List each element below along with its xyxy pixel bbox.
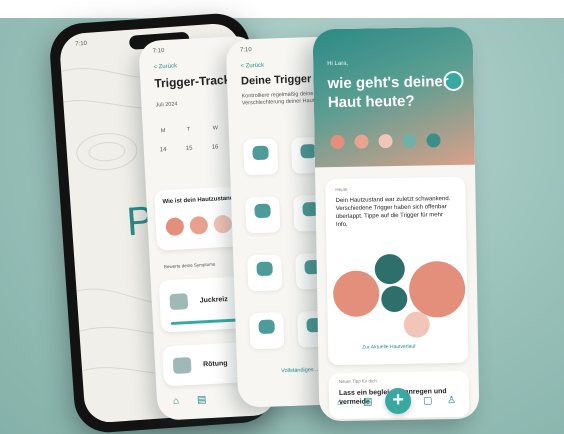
trigger-bubble[interactable] (332, 270, 380, 318)
symptom-label: Rötung (202, 360, 228, 369)
trigger-tile[interactable] (245, 196, 281, 234)
skin-state-question: Wie ist dein Hautzustand? (162, 195, 238, 206)
insight-card: Heute Dein Hautzustand war zuletzt schwa… (325, 176, 469, 366)
calendar-day[interactable]: 15 (186, 145, 193, 153)
trigger-tile[interactable] (249, 312, 285, 350)
cosmetics-icon (254, 203, 271, 219)
journal-icon[interactable]: ▤ (197, 394, 207, 405)
trigger-tile[interactable] (243, 138, 279, 176)
trigger-tile[interactable] (247, 254, 283, 292)
month-label: Juli 2024 (155, 101, 178, 109)
weekday-label: W (212, 125, 219, 132)
library-icon[interactable]: ▢ (423, 395, 433, 406)
mood-option[interactable] (189, 215, 209, 235)
calendar-day[interactable]: 14 (160, 146, 167, 154)
weekday-label: T (186, 126, 191, 133)
weekday-label: M (160, 128, 166, 135)
status-time: 7:10 (75, 40, 88, 48)
screen-home: Hi Lara, wie geht's deiner Haut heute? H… (312, 26, 480, 422)
greeting: Hi Lara, (327, 60, 349, 68)
trigger-bubble[interactable] (381, 285, 408, 313)
mood-option[interactable] (213, 214, 233, 234)
trigger-bubble[interactable] (374, 253, 406, 285)
home-icon[interactable]: ⌂ (337, 397, 343, 408)
stress-icon (252, 145, 269, 161)
juckreiz-icon (169, 293, 189, 311)
journal-icon[interactable]: ▤ (363, 396, 373, 407)
more-link[interactable]: Vollständiges ... (281, 367, 320, 376)
trigger-bubble[interactable] (408, 260, 466, 318)
tip-label: Neuer Tipp für dich (338, 378, 377, 385)
profile-nav-icon[interactable]: ♙ (447, 395, 456, 406)
medication-icon (258, 319, 275, 335)
food-icon (256, 261, 273, 277)
status-time: 7:10 (239, 47, 252, 54)
roetung-icon (172, 357, 192, 374)
home-icon[interactable]: ⌂ (173, 396, 180, 407)
screen-title: Deine Trigger (240, 73, 312, 88)
trigger-bubble[interactable] (403, 311, 430, 338)
symptom-label: Juckreiz (199, 296, 228, 305)
history-link[interactable]: Zur Aktuelle Hautverlauf (362, 344, 415, 352)
status-time: 7:10 (152, 47, 165, 55)
daily-question: wie geht's deiner Haut heute? (327, 73, 449, 111)
calendar-day[interactable]: 16 (212, 143, 219, 151)
top-white-band (0, 0, 564, 18)
mood-option[interactable] (165, 217, 185, 237)
insight-text: Dein Hautzustand war zuletzt schwankend.… (335, 196, 451, 229)
insight-label: Heute (335, 186, 348, 193)
symptoms-label: Bewerte deine Symptome (163, 261, 216, 270)
back-link[interactable]: < Zurück (153, 63, 177, 70)
back-link[interactable]: < Zurück (240, 63, 264, 70)
